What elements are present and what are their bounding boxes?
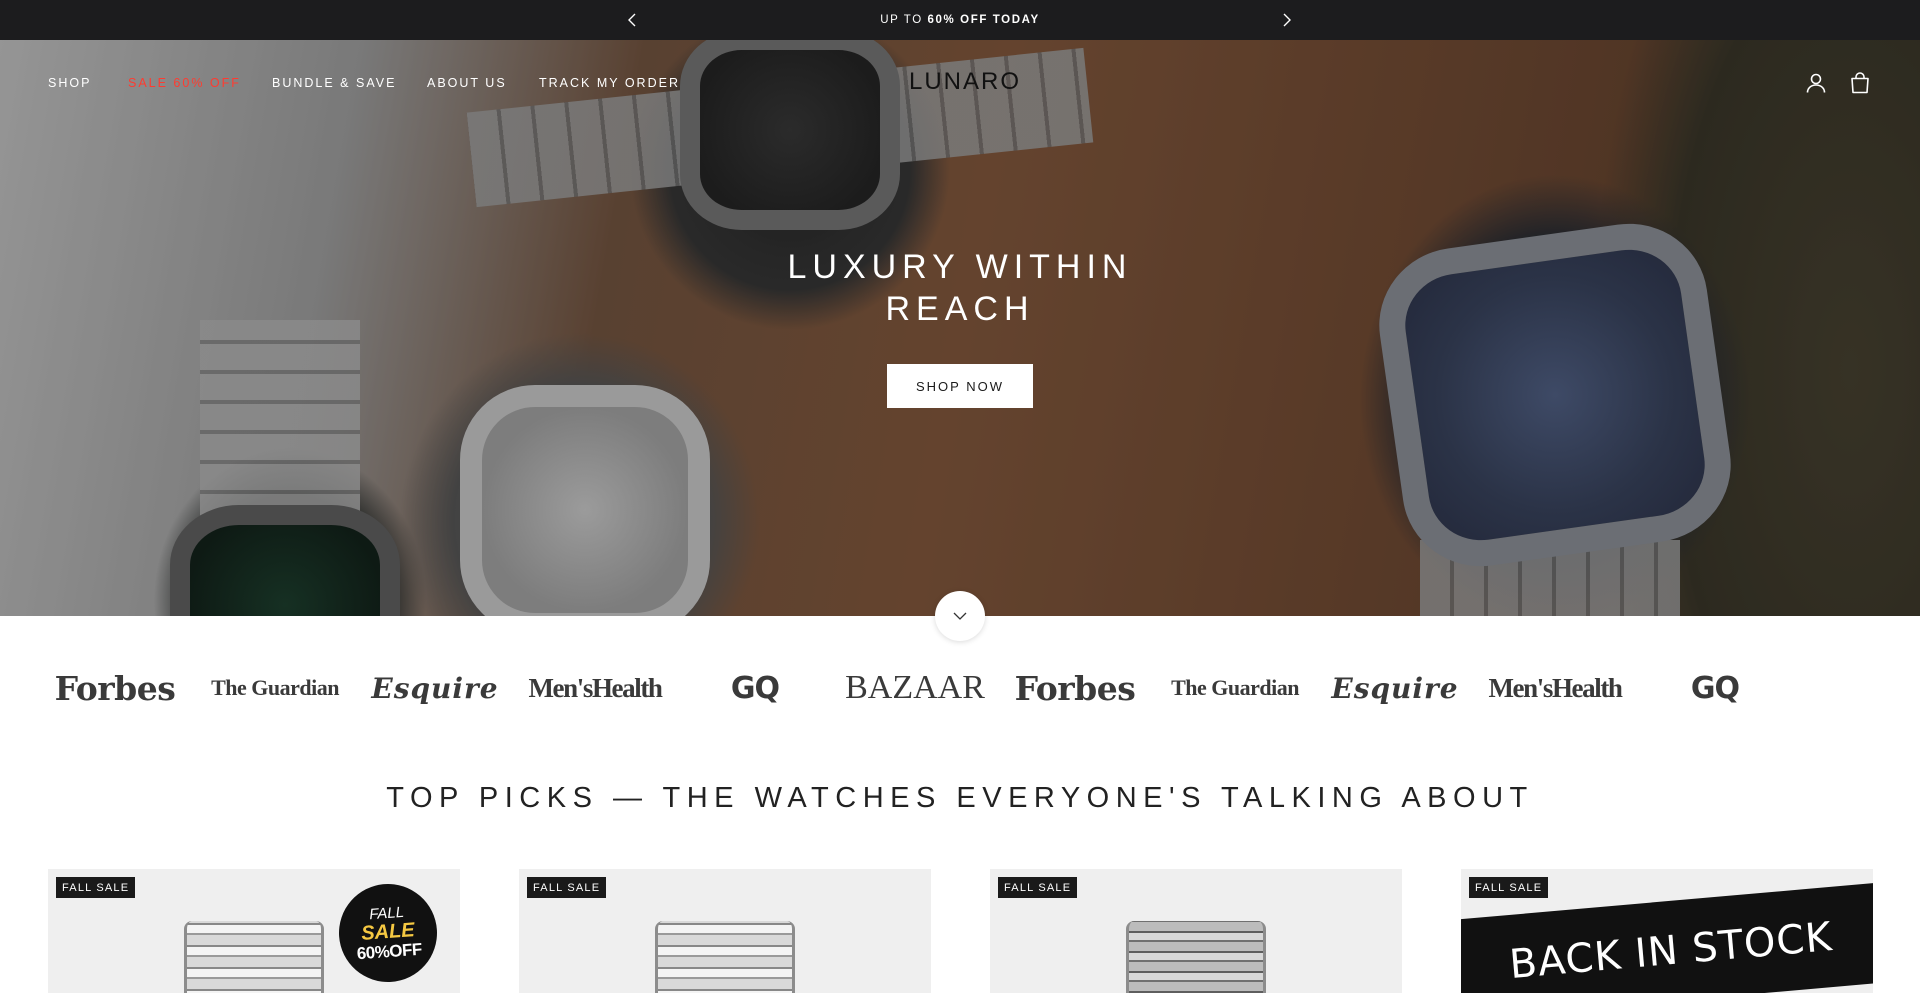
- watch-bracelet: [200, 320, 360, 520]
- watch-face: [170, 505, 400, 616]
- shop-now-button[interactable]: SHOP NOW: [887, 364, 1033, 408]
- product-image: [184, 921, 324, 993]
- site-logo[interactable]: LUNARO: [0, 68, 1920, 96]
- press-logo-bazaar: BAZAAR: [845, 669, 985, 706]
- back-in-stock-banner: BACK IN STOCK: [1461, 882, 1873, 993]
- press-logo-gq: GQ: [730, 670, 780, 706]
- watch-face: [460, 385, 710, 616]
- announcement-text: UP TO 60% OFF TODAY: [0, 14, 1920, 26]
- product-card[interactable]: BACK IN STOCK FALL SALE: [1461, 869, 1873, 993]
- press-logos-strip: Forbes The Guardian Esquire Men'sHealth …: [0, 660, 1920, 716]
- press-logo-forbes: Forbes: [1014, 668, 1136, 708]
- announcement-highlight: 60% OFF TODAY: [927, 14, 1040, 26]
- product-card[interactable]: FALL SALE: [990, 869, 1402, 993]
- chevron-down-icon: [953, 612, 967, 620]
- press-logo-guardian: The Guardian: [211, 675, 339, 700]
- hero-title-line2: REACH: [885, 290, 1035, 328]
- fall-sale-sticker: FALL SALE 60%OFF: [335, 880, 441, 986]
- product-image: [655, 921, 795, 993]
- press-logo-esquire: Esquire: [371, 671, 499, 705]
- press-logo-guardian: The Guardian: [1171, 675, 1299, 700]
- press-logo-forbes: Forbes: [54, 668, 176, 708]
- hero-title-line1: LUXURY WITHIN: [787, 248, 1133, 286]
- press-logo-menshealth: Men'sHealth: [528, 672, 662, 703]
- press-logo-menshealth: Men'sHealth: [1488, 672, 1622, 703]
- back-in-stock-text: BACK IN STOCK: [1507, 913, 1835, 989]
- chevron-right-icon[interactable]: [1276, 10, 1296, 30]
- sale-badge: FALL SALE: [998, 877, 1078, 898]
- cart-bag-icon[interactable]: [1848, 71, 1872, 95]
- sale-badge: FALL SALE: [1469, 877, 1549, 898]
- sticker-line3: 60%OFF: [356, 939, 423, 963]
- sale-badge: FALL SALE: [527, 877, 607, 898]
- press-logo-gq: GQ: [1690, 670, 1740, 706]
- announcement-prefix: UP TO: [880, 14, 928, 26]
- section-title: TOP PICKS — THE WATCHES EVERYONE'S TALKI…: [386, 782, 1534, 814]
- press-logo-esquire: Esquire: [1331, 671, 1459, 705]
- product-card[interactable]: FALL SALE: [519, 869, 931, 993]
- watch-face: [1369, 213, 1741, 577]
- hero-title: LUXURY WITHIN REACH: [710, 246, 1210, 330]
- account-icon[interactable]: [1804, 71, 1828, 95]
- main-navigation: SHOP SALE 60% OFF BUNDLE & SAVE ABOUT US…: [0, 40, 1920, 126]
- product-image: [1126, 921, 1266, 993]
- announcement-bar: UP TO 60% OFF TODAY: [0, 0, 1920, 40]
- sale-badge: FALL SALE: [56, 877, 136, 898]
- product-card[interactable]: FALL SALE FALL SALE 60%OFF: [48, 869, 460, 993]
- scroll-down-button[interactable]: [935, 591, 985, 641]
